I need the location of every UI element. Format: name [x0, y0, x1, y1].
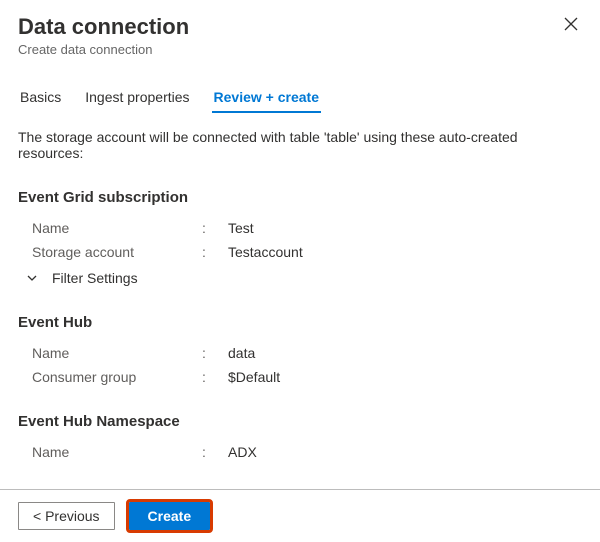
value-event-grid-storage: Testaccount: [228, 244, 303, 260]
section-title-event-hub: Event Hub: [18, 314, 582, 331]
footer-bar: < Previous Create: [0, 489, 600, 542]
colon: :: [202, 244, 228, 260]
row-event-grid-name: Name : Test: [18, 216, 582, 240]
colon: :: [202, 220, 228, 236]
filter-settings-label: Filter Settings: [52, 270, 138, 286]
page-subtitle: Create data connection: [18, 42, 189, 57]
row-event-hub-consumer: Consumer group : $Default: [18, 365, 582, 389]
value-event-hub-consumer: $Default: [228, 369, 280, 385]
tab-bar: Basics Ingest properties Review + create: [18, 83, 582, 113]
section-title-event-grid: Event Grid subscription: [18, 189, 582, 206]
page-title: Data connection: [18, 14, 189, 40]
tab-ingest-properties[interactable]: Ingest properties: [83, 83, 191, 113]
tab-review-create[interactable]: Review + create: [212, 83, 321, 113]
value-event-hub-ns-name: ADX: [228, 444, 257, 460]
colon: :: [202, 369, 228, 385]
tab-basics[interactable]: Basics: [18, 83, 63, 113]
colon: :: [202, 444, 228, 460]
close-button[interactable]: [560, 14, 582, 36]
close-icon: [564, 17, 578, 31]
section-event-grid: Event Grid subscription Name : Test Stor…: [18, 189, 582, 290]
colon: :: [202, 345, 228, 361]
label-event-hub-consumer: Consumer group: [32, 369, 202, 385]
label-event-grid-name: Name: [32, 220, 202, 236]
review-info-text: The storage account will be connected wi…: [18, 129, 582, 161]
label-event-hub-ns-name: Name: [32, 444, 202, 460]
section-event-hub-namespace: Event Hub Namespace Name : ADX: [18, 413, 582, 464]
section-title-event-hub-namespace: Event Hub Namespace: [18, 413, 582, 430]
row-event-hub-name: Name : data: [18, 341, 582, 365]
value-event-hub-name: data: [228, 345, 255, 361]
row-event-hub-ns-name: Name : ADX: [18, 440, 582, 464]
row-event-grid-storage: Storage account : Testaccount: [18, 240, 582, 264]
section-event-hub: Event Hub Name : data Consumer group : $…: [18, 314, 582, 389]
label-event-grid-storage: Storage account: [32, 244, 202, 260]
filter-settings-expander[interactable]: Filter Settings: [18, 264, 582, 290]
label-event-hub-name: Name: [32, 345, 202, 361]
create-button[interactable]: Create: [129, 502, 211, 530]
chevron-down-icon: [26, 272, 38, 284]
previous-button[interactable]: < Previous: [18, 502, 115, 530]
value-event-grid-name: Test: [228, 220, 254, 236]
